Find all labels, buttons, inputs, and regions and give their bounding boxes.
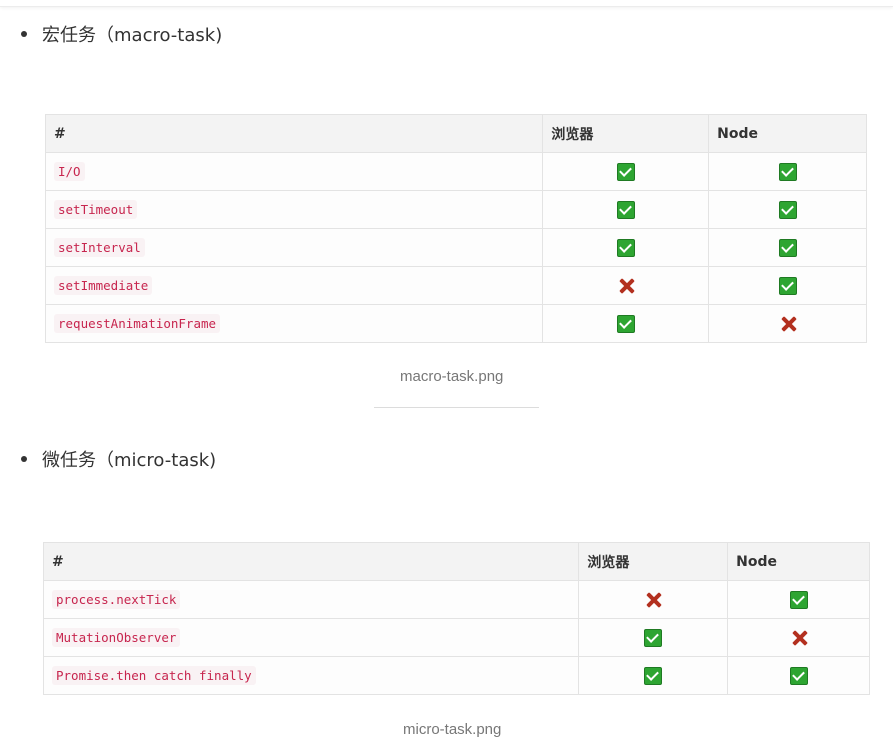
table-header-row: # 浏览器 Node [44, 114, 867, 153]
api-name-cell: Promise.then catch finally [42, 656, 580, 695]
browser-support-cell [578, 580, 729, 619]
api-name-cell: process.nextTick [42, 580, 580, 619]
browser-support-cell [578, 618, 729, 657]
check-icon [789, 590, 808, 609]
col-header-node: Node [708, 114, 867, 153]
node-support-cell [727, 580, 870, 619]
api-name-cell: setTimeout [44, 190, 544, 229]
table-row: Promise.then catch finally [42, 656, 870, 695]
check-icon [778, 238, 797, 257]
api-name: setTimeout [54, 199, 138, 219]
col-header-name: # [42, 542, 580, 581]
check-icon [644, 628, 663, 647]
api-name: process.nextTick [52, 589, 181, 609]
col-header-node: Node [727, 542, 870, 581]
check-icon [616, 314, 635, 333]
api-name: setInterval [54, 237, 145, 257]
browser-support-cell [542, 266, 710, 305]
api-name-cell: requestAnimationFrame [44, 304, 544, 343]
table-header-row: # 浏览器 Node [42, 542, 870, 581]
col-header-name: # [44, 114, 544, 153]
api-name: requestAnimationFrame [54, 313, 221, 333]
col-header-browser: 浏览器 [578, 542, 729, 581]
section-divider [374, 407, 539, 408]
table-row: setInterval [44, 228, 867, 267]
macro-task-table: # 浏览器 Node I/O setTimeout setInterval setIm… [44, 114, 867, 343]
macro-table-body: I/O setTimeout setInterval setImmediate requ… [44, 152, 867, 343]
macro-heading: 宏任务（macro-task) [21, 21, 222, 47]
node-support-cell [708, 152, 867, 191]
browser-support-cell [542, 152, 710, 191]
table-row: setTimeout [44, 190, 867, 229]
table-row: requestAnimationFrame [44, 304, 867, 343]
node-support-cell [727, 618, 870, 657]
cross-icon [618, 278, 634, 294]
col-header-browser: 浏览器 [542, 114, 710, 153]
top-bar [0, 0, 893, 7]
api-name-cell: setImmediate [44, 266, 544, 305]
node-support-cell [708, 190, 867, 229]
check-icon [778, 200, 797, 219]
api-name: setImmediate [54, 275, 153, 295]
macro-heading-text: 宏任务（macro-task) [42, 25, 223, 46]
micro-heading: 微任务（micro-task) [21, 446, 216, 472]
check-icon [616, 162, 635, 181]
cross-icon [791, 630, 807, 646]
table-row: MutationObserver [42, 618, 870, 657]
table-row: I/O [44, 152, 867, 191]
check-icon [778, 276, 797, 295]
check-icon [789, 666, 808, 685]
node-support-cell [708, 266, 867, 305]
micro-table-body: process.nextTick MutationObserver Promise.… [42, 580, 870, 695]
api-name-cell: MutationObserver [42, 618, 580, 657]
micro-heading-text: 微任务（micro-task) [42, 450, 217, 471]
bullet-dot [21, 31, 27, 37]
node-support-cell [708, 304, 867, 343]
bullet-dot [21, 456, 27, 462]
browser-support-cell [542, 228, 710, 267]
api-name-cell: setInterval [44, 228, 544, 267]
cross-icon [780, 316, 796, 332]
api-name: Promise.then catch finally [52, 665, 256, 685]
api-name-cell: I/O [44, 152, 544, 191]
node-support-cell [727, 656, 870, 695]
check-icon [644, 666, 663, 685]
browser-support-cell [578, 656, 729, 695]
api-name: I/O [54, 161, 85, 181]
node-support-cell [708, 228, 867, 267]
api-name: MutationObserver [52, 627, 181, 647]
table-row: process.nextTick [42, 580, 870, 619]
cross-icon [645, 592, 661, 608]
macro-caption: macro-task.png [400, 368, 504, 385]
micro-task-table: # 浏览器 Node process.nextTick MutationObser… [42, 542, 870, 695]
browser-support-cell [542, 190, 710, 229]
micro-caption: micro-task.png [403, 721, 502, 738]
table-row: setImmediate [44, 266, 867, 305]
check-icon [778, 162, 797, 181]
check-icon [616, 238, 635, 257]
browser-support-cell [542, 304, 710, 343]
check-icon [616, 200, 635, 219]
